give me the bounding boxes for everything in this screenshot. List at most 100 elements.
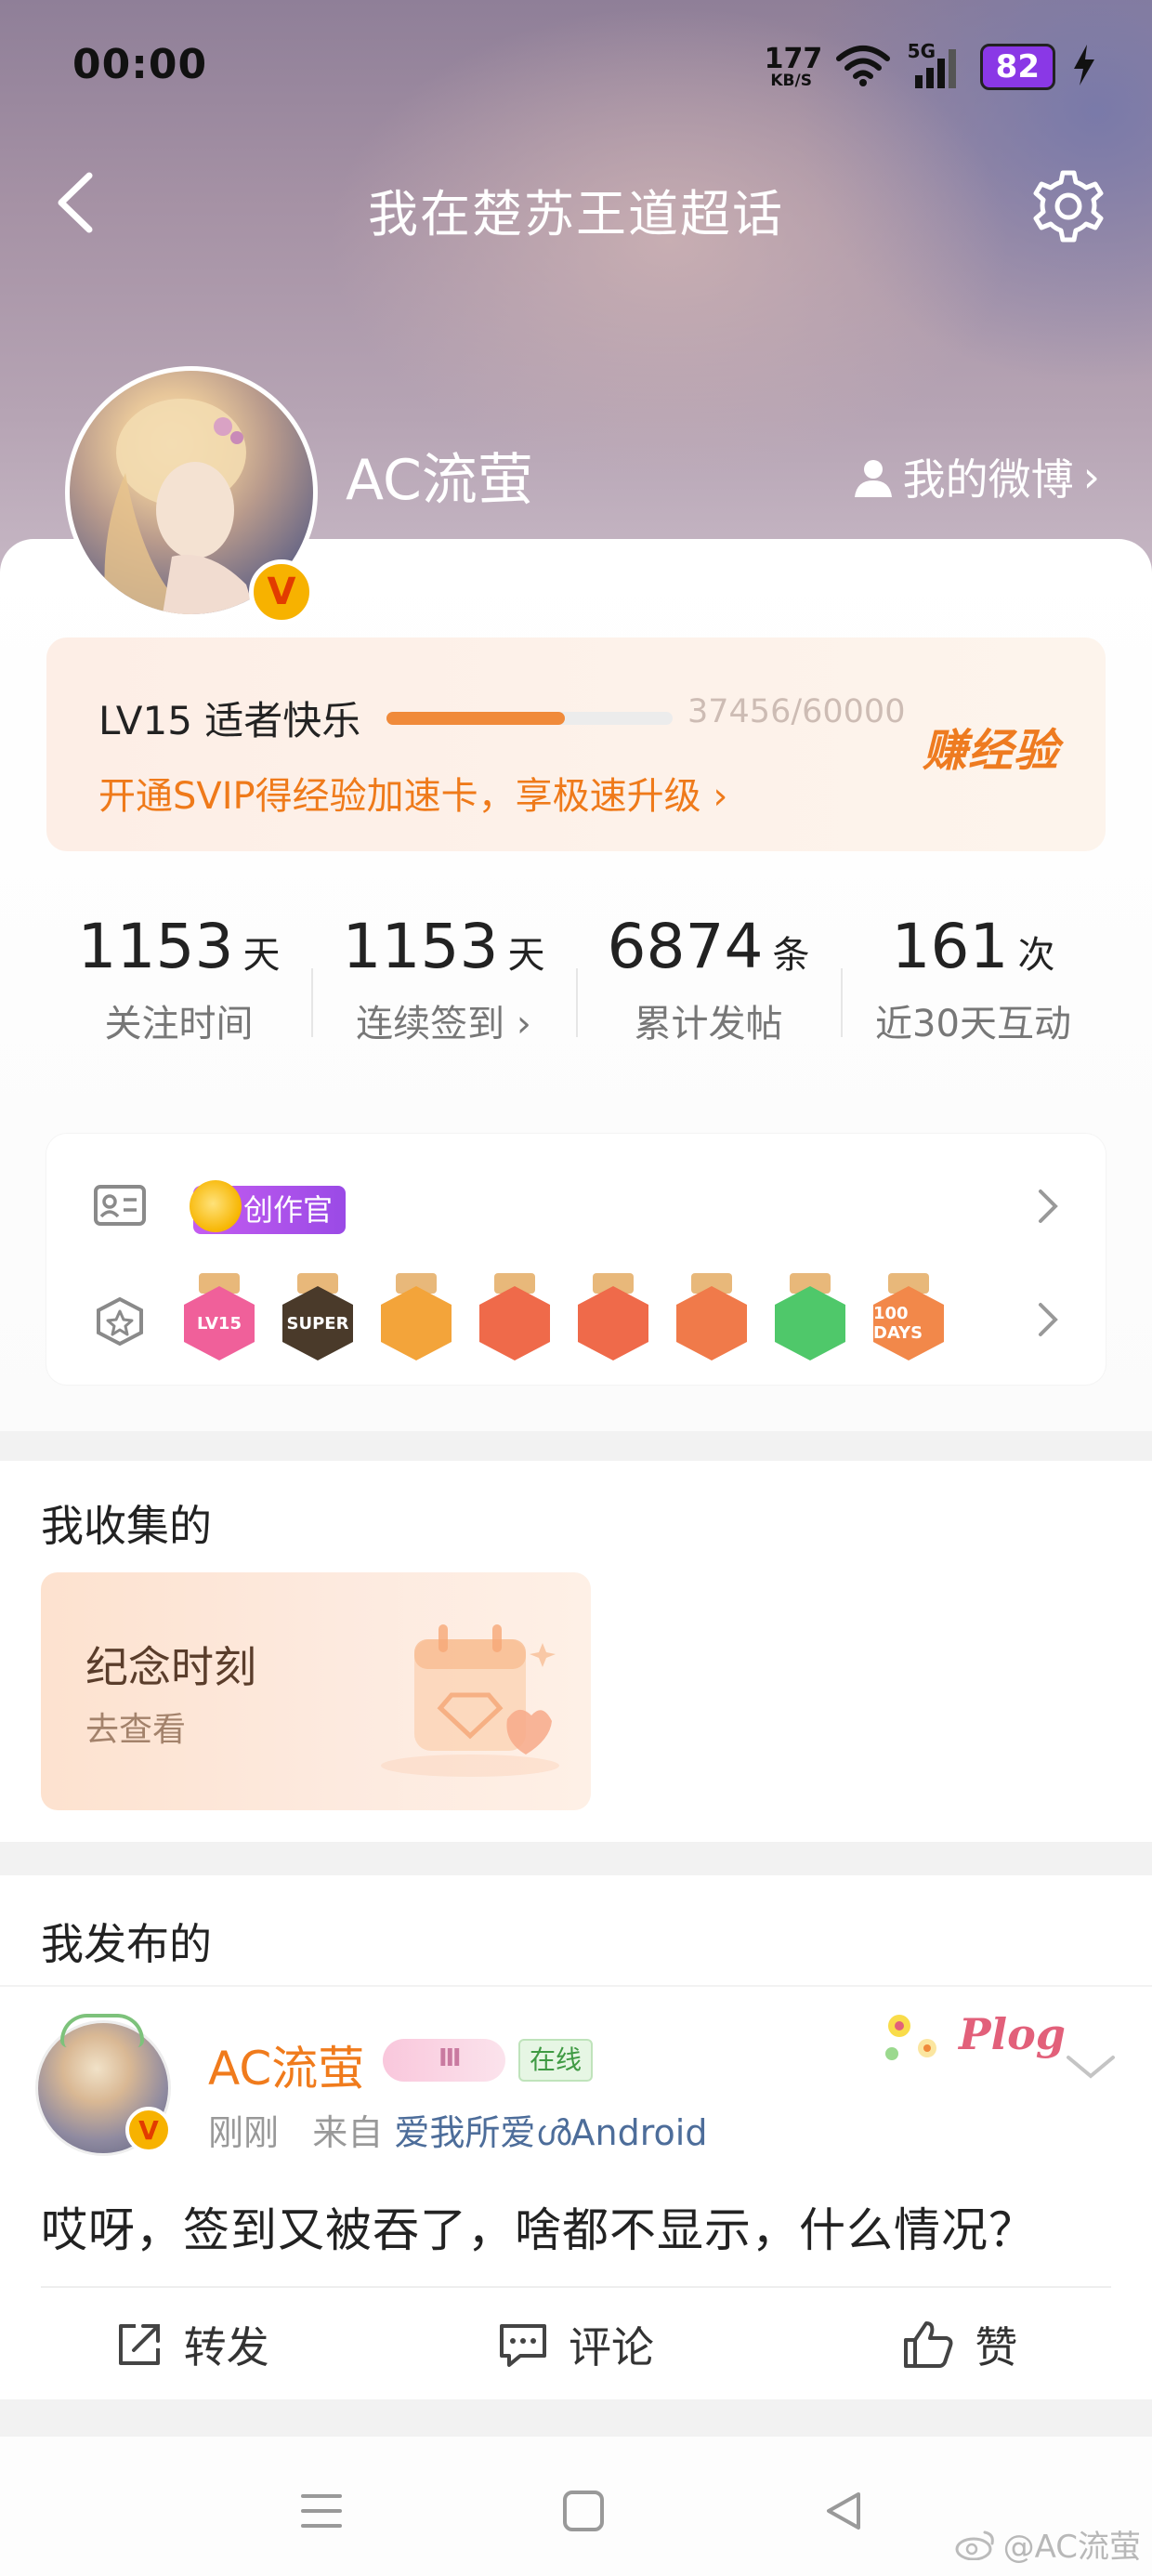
repost-label: 转发 [183, 2322, 269, 2372]
comment-button[interactable]: 评论 [384, 2290, 767, 2399]
level-progress-fill [386, 712, 566, 725]
divider [41, 2286, 1111, 2288]
stat-checkin-streak[interactable]: 1153 天 连续签到 › [311, 911, 576, 1078]
stat-label: 关注时间 [104, 1003, 254, 1045]
stat-unit: 天 [507, 934, 545, 977]
share-icon [118, 2324, 160, 2365]
home-square-icon [563, 2491, 604, 2531]
page-title: 我在楚苏王道超话 [368, 185, 784, 243]
post-meta: 刚刚 来自 爱我所爱ൾAndroid [208, 2104, 707, 2155]
chevron-down-icon [1067, 2056, 1115, 2079]
plog-decoration: Plog [879, 2005, 1066, 2080]
creator-tag-label: 创作官 [243, 1192, 334, 1228]
my-weibo-label: 我的微博 [902, 454, 1074, 505]
id-card-icon [93, 1184, 147, 1230]
supertopic-profile-page: 00:00 177 KB/S 5G 82 我在楚苏王道超话 AC流萤 我的微博 … [0, 0, 1152, 2576]
stat-value: 161 [891, 911, 1009, 982]
post-author-avatar[interactable]: V [35, 2014, 172, 2156]
post-author-name[interactable]: AC流萤 [208, 2031, 364, 2098]
stat-label: 累计发帖 [634, 1003, 783, 1045]
chevron-right-icon [1037, 1188, 1059, 1229]
avatar-frame-bow [60, 2014, 144, 2047]
recent-apps-button[interactable] [284, 2474, 359, 2548]
status-icons: 177 KB/S 5G 82 [764, 40, 1096, 93]
creator-officer-tag: 创作官 [190, 1180, 347, 1234]
charging-icon [1072, 45, 1096, 89]
stat-value: 1153 [77, 911, 234, 982]
creator-mascot-icon [190, 1180, 242, 1232]
status-bar: 00:00 177 KB/S 5G 82 [0, 0, 1152, 139]
cell-signal-icon: 5G [908, 40, 963, 90]
gear-icon [1033, 170, 1104, 243]
like-button[interactable]: 赞 [768, 2290, 1152, 2399]
svip-promo-link[interactable]: 开通SVIP得经验加速卡，享极速升级 › [98, 766, 727, 820]
net-speed-value: 177 [764, 42, 823, 75]
stat-label: 近30天互动 [875, 1003, 1071, 1045]
memorial-card-subtitle: 去查看 [85, 1711, 187, 1749]
earn-exp-button[interactable]: 赚经验 [923, 714, 1059, 779]
medal-badge-icon [479, 1273, 550, 1362]
username: AC流萤 [346, 448, 533, 513]
post-menu-button[interactable] [1065, 2052, 1117, 2085]
medal-badge-icon [578, 1273, 648, 1362]
calendar-heart-icon [377, 1606, 563, 1786]
medal-face [775, 1286, 845, 1360]
level-progress-text: 37456/60000 [687, 693, 906, 730]
medals-row[interactable]: LV15 SUPER 100 DAYS [46, 1273, 1106, 1366]
battery-indicator: 82 [979, 44, 1055, 90]
supertopic-stats-card: LV15 适者快乐 37456/60000 开通SVIP得经验加速卡，享极速升级… [0, 539, 1152, 1431]
stat-total-posts: 6874 条 累计发帖 [576, 911, 841, 1078]
back-triangle-icon [827, 2492, 860, 2530]
stat-label: 连续签到 › [356, 1003, 531, 1045]
chevron-right-icon [1037, 1301, 1059, 1342]
memorial-moments-card[interactable]: 纪念时刻 去查看 [41, 1572, 591, 1810]
stat-value: 6874 [607, 911, 764, 982]
posted-section-header: 我发布的 [0, 1875, 1152, 1985]
home-button[interactable] [546, 2474, 621, 2548]
stat-unit: 条 [772, 934, 810, 977]
wifi-icon [835, 44, 891, 90]
medal-face [676, 1286, 747, 1360]
medal-face: SUPER [282, 1286, 353, 1360]
medal-face: 100 DAYS [873, 1286, 944, 1360]
profile-avatar[interactable]: V [65, 366, 318, 624]
post-source-link[interactable]: 爱我所爱ൾAndroid [394, 2112, 707, 2153]
person-icon [854, 460, 892, 497]
weibo-logo-icon [955, 2530, 994, 2560]
stats-row: 1153 天 关注时间 1153 天 连续签到 › 6874 条 累计发帖 161 次 … [46, 911, 1106, 1078]
post-from-prefix: 来自 [312, 2112, 384, 2153]
post-card: V AC流萤 Ⅲ 在线 Plog 刚刚 来自 爱我所爱ൾAndroid 哎呀，签… [0, 1987, 1152, 2399]
member-level-mark: Ⅲ [439, 2044, 462, 2072]
member-level-icon: Ⅲ [383, 2039, 505, 2082]
nav-bar: 我在楚苏王道超话 [0, 156, 1152, 249]
memorial-card-title: 纪念时刻 [85, 1642, 256, 1692]
medal-badge-icon [775, 1273, 845, 1362]
menu-icon [301, 2494, 342, 2528]
identity-row[interactable]: 创作官 [46, 1171, 1106, 1245]
comment-icon [499, 2324, 546, 2367]
medal-badge-icon: SUPER [282, 1273, 353, 1362]
medal-badge-icon [381, 1273, 452, 1362]
verified-badge-icon: V [249, 559, 314, 624]
collected-section: 我收集的 纪念时刻 去查看 [0, 1461, 1152, 1842]
level-label: LV15 适者快乐 [98, 698, 361, 743]
stat-unit: 次 [1017, 934, 1055, 977]
post-actions: 转发 评论 赞 [0, 2290, 1152, 2399]
repost-button[interactable]: 转发 [0, 2290, 384, 2399]
verified-badge-letter: V [138, 2114, 159, 2146]
medal-face [479, 1286, 550, 1360]
stat-interactions-30d: 161 次 近30天互动 [841, 911, 1106, 1078]
like-label: 赞 [975, 2322, 1018, 2372]
medal-face [381, 1286, 452, 1360]
medal-badge-icon: 100 DAYS [873, 1273, 944, 1362]
watermark: @AC流萤 [955, 2521, 1141, 2567]
posted-section-title: 我发布的 [41, 1919, 212, 1969]
identity-badges-panel: 创作官 LV15 SUPER 100 DAYS [46, 1134, 1106, 1385]
medal-badge-icon [676, 1273, 747, 1362]
back-nav-button[interactable] [806, 2474, 881, 2548]
settings-button[interactable] [1022, 160, 1115, 253]
my-weibo-link[interactable]: 我的微博 › [853, 446, 1100, 507]
level-panel: LV15 适者快乐 37456/60000 开通SVIP得经验加速卡，享极速升级… [46, 637, 1106, 851]
medal-face [578, 1286, 648, 1360]
comment-label: 评论 [568, 2322, 654, 2372]
